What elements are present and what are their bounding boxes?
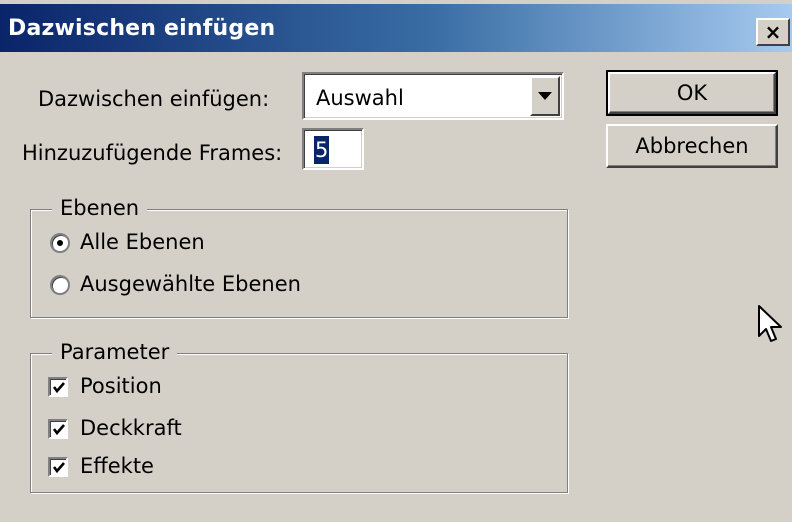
dropdown-button[interactable] (530, 76, 560, 116)
checkbox-effects-label[interactable]: Effekte (80, 454, 154, 478)
checkbox-opacity-label[interactable]: Deckkraft (80, 416, 182, 440)
close-icon: × (764, 20, 782, 44)
chevron-down-icon (538, 92, 552, 100)
checkbox-position[interactable] (48, 377, 68, 397)
checkbox-position-label[interactable]: Position (80, 374, 162, 398)
close-button[interactable]: × (756, 18, 790, 46)
layers-group-title: Ebenen (52, 196, 148, 220)
frames-input[interactable]: 5 (302, 128, 364, 170)
window-title: Dazwischen einfügen (8, 16, 276, 41)
radio-selected-layers[interactable] (50, 275, 70, 295)
parameter-group-title: Parameter (52, 340, 178, 364)
interpolate-select-value: Auswahl (316, 86, 404, 110)
radio-all-layers[interactable] (50, 233, 70, 253)
check-icon (52, 462, 65, 474)
cancel-button[interactable]: Abbrechen (606, 124, 778, 168)
ok-button[interactable]: OK (606, 70, 778, 116)
check-icon (52, 424, 65, 436)
checkbox-effects[interactable] (48, 457, 68, 477)
layers-groupbox (30, 209, 568, 318)
interpolate-select[interactable]: Auswahl (302, 72, 564, 120)
mouse-pointer-icon (758, 305, 782, 342)
tween-dialog: Dazwischen einfügen × Dazwischen einfüge… (0, 0, 792, 522)
radio-all-layers-label[interactable]: Alle Ebenen (80, 230, 205, 254)
checkbox-opacity[interactable] (48, 419, 68, 439)
frames-input-value: 5 (314, 136, 330, 164)
check-icon (52, 382, 65, 394)
interpolate-label: Dazwischen einfügen: (38, 87, 270, 111)
title-bar[interactable]: Dazwischen einfügen × (0, 4, 792, 52)
frames-label: Hinzuzufügende Frames: (22, 141, 283, 165)
radio-selected-layers-label[interactable]: Ausgewählte Ebenen (80, 272, 301, 296)
